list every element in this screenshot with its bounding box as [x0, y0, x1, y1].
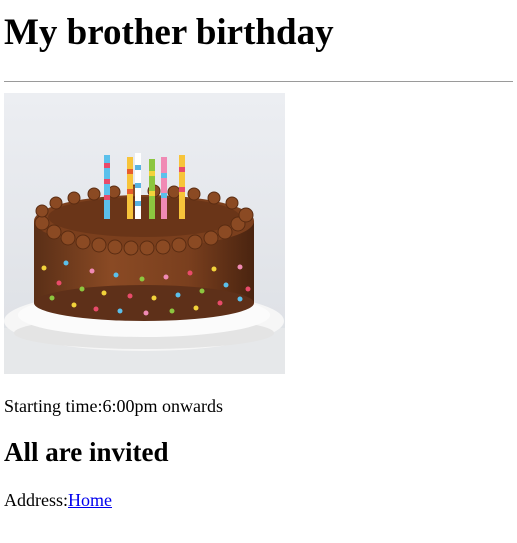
address-home-link[interactable]: Home — [68, 490, 112, 510]
divider — [4, 81, 513, 82]
page-title: My brother birthday — [4, 12, 334, 53]
invitation-heading: All are invited — [4, 437, 169, 467]
birthday-cake-image — [4, 93, 285, 374]
starting-time-text: Starting time:6:00pm onwards — [4, 396, 223, 416]
page: My brother birthday Starting time:6:00pm… — [0, 10, 517, 512]
address-label: Address: — [4, 490, 68, 510]
address-line: Address:Home — [4, 488, 513, 512]
